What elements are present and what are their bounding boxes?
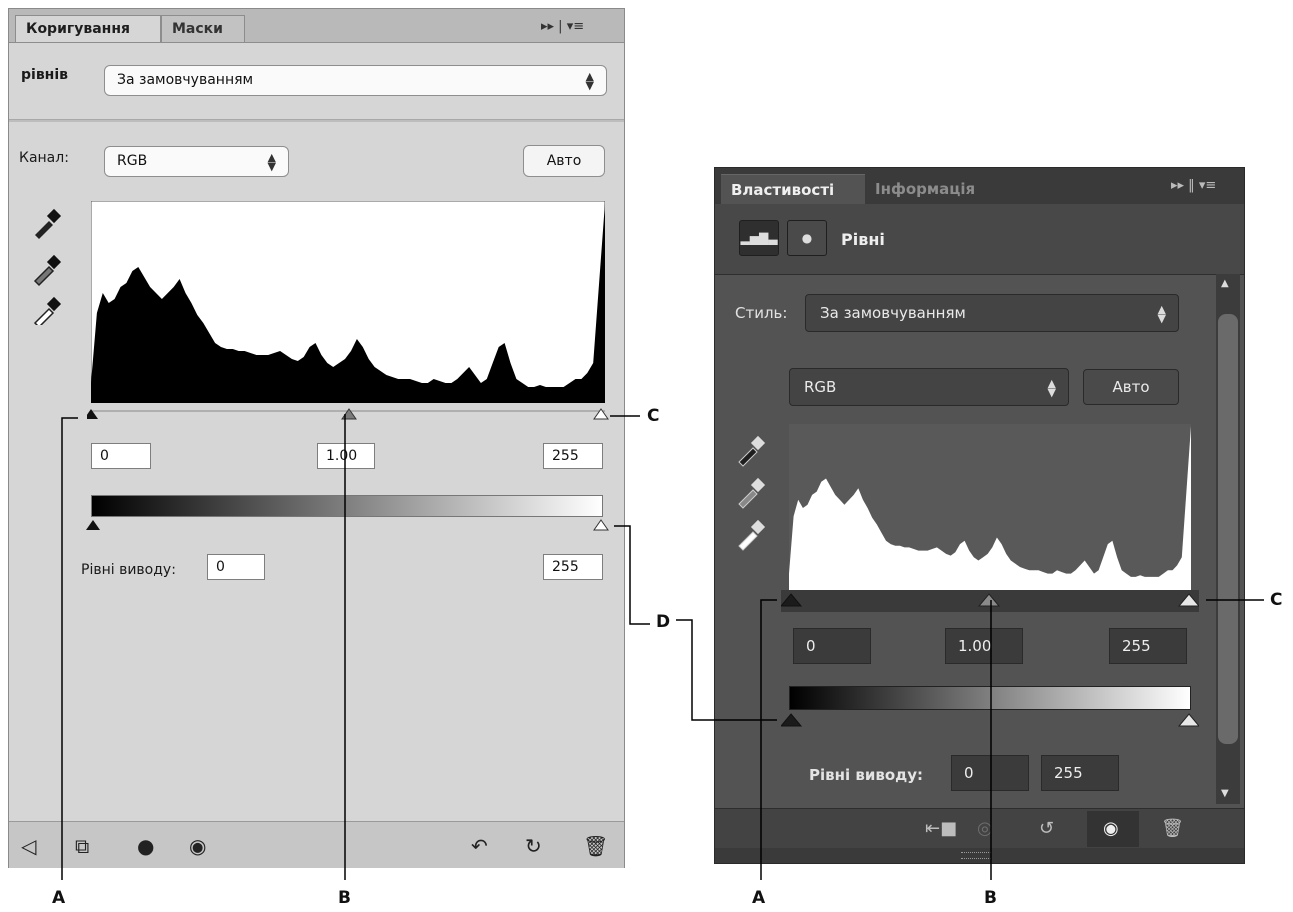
callout-d: D: [656, 612, 671, 632]
callout-c-right: C: [1270, 590, 1283, 610]
callout-c-left: C: [647, 406, 660, 426]
callout-b-right: B: [984, 888, 997, 908]
callout-lines: [61, 414, 1264, 880]
callout-b-left: B: [338, 888, 351, 908]
callout-a-right: A: [752, 888, 766, 908]
callout-a-left: A: [52, 888, 66, 908]
